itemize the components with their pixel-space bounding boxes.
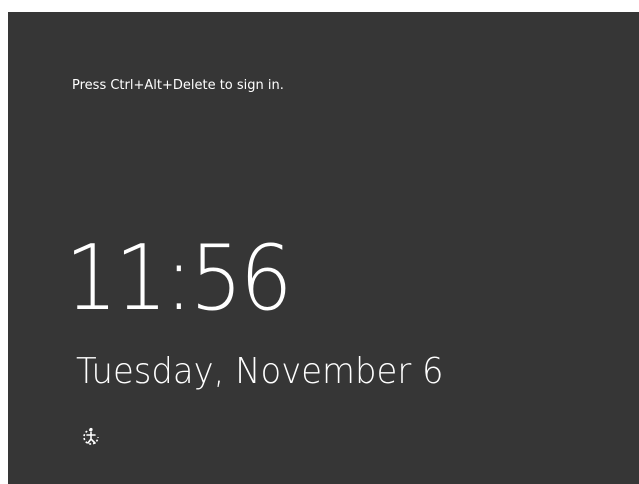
lock-screen: Press Ctrl+Alt+Delete to sign in. 11:56 … [8, 12, 639, 484]
ease-of-access-icon[interactable] [80, 426, 102, 448]
clock-time: 11:56 [65, 226, 293, 331]
ease-of-access-glyph [83, 427, 99, 445]
clock-date: Tuesday, November 6 [76, 351, 444, 392]
sign-in-prompt: Press Ctrl+Alt+Delete to sign in. [72, 78, 284, 93]
